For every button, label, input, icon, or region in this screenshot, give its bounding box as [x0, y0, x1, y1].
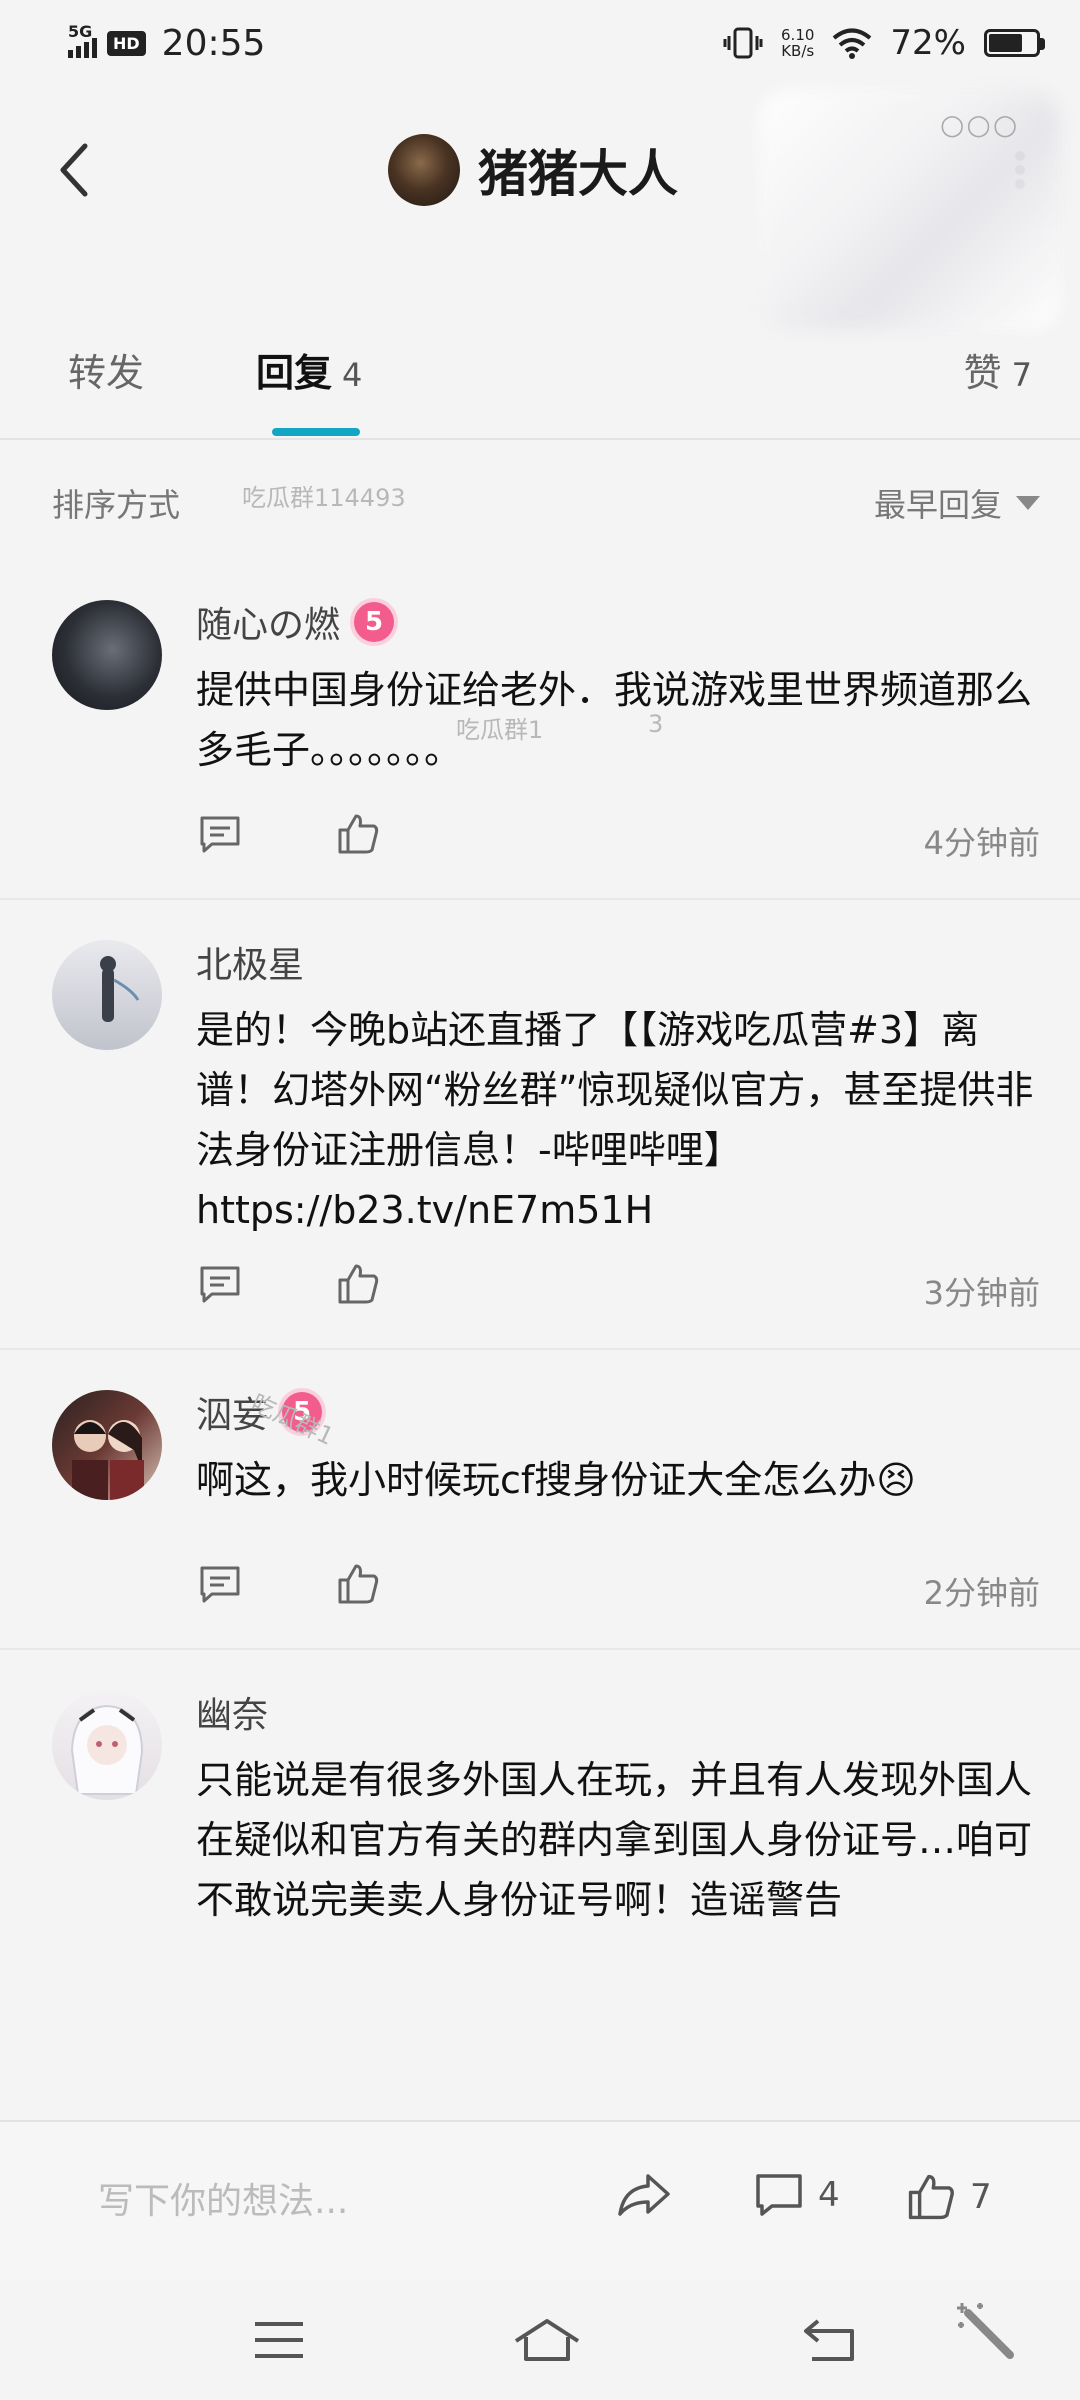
home-button[interactable]	[512, 2310, 582, 2370]
thumbs-up-icon	[338, 1564, 379, 1604]
comment-actions	[196, 1260, 472, 1308]
share-arrow-icon	[618, 2174, 670, 2216]
character-figure-icon	[100, 956, 140, 1022]
magic-wand-icon[interactable]	[950, 2300, 1020, 2360]
sort-label: 排序方式	[52, 486, 181, 524]
tab-replies[interactable]: 回复 4	[256, 342, 362, 397]
like-button[interactable]	[334, 1560, 382, 1608]
comment-actions	[196, 1560, 472, 1608]
comment-icon	[756, 2174, 802, 2216]
comment-text: 是的！今晚b站还直播了【【游戏吃瓜营#3】离谱！幻塔外网“粉丝群”惊现疑似官方，…	[196, 1008, 1034, 1232]
thumbs-up-icon	[908, 2174, 954, 2220]
comment-item: 泅妄 5 吃瓜群1 啊这，我小时候玩cf搜身份证大全怎么办😣 2分钟前	[0, 1350, 1080, 1650]
comment-item: 北极星 是的！今晚b站还直播了【【游戏吃瓜营#3】离谱！幻塔外网“粉丝群”惊现疑…	[0, 900, 1080, 1350]
watermark-text: 吃瓜群1	[456, 716, 544, 744]
tab-bar: 转发 回复 4 赞7	[0, 330, 1080, 440]
thumbs-up-icon	[338, 814, 379, 854]
commenter-name[interactable]: 随心の燃 5	[196, 596, 395, 648]
status-bar: 5G HD 20:55 6.10 KB/s 72%	[0, 0, 1080, 86]
couple-portrait-icon	[72, 1420, 144, 1500]
commenter-avatar[interactable]	[52, 940, 162, 1050]
comment-icon	[200, 816, 240, 853]
back-button[interactable]	[44, 130, 104, 210]
home-icon	[514, 2319, 580, 2361]
like-button[interactable]	[334, 1260, 382, 1308]
commenter-avatar[interactable]	[52, 1690, 162, 1800]
comment-time: 3分钟前	[923, 1274, 1040, 1312]
recent-apps-button[interactable]	[244, 2310, 314, 2370]
comment-count-button[interactable]: 4	[754, 2172, 840, 2218]
post-author[interactable]: 猪猪大人	[388, 130, 678, 210]
overlay-dots-icon: ○○○	[940, 108, 1020, 141]
comment-text: 啊这，我小时候玩cf搜身份证大全怎么办😣	[196, 1458, 916, 1502]
back-arrow-icon	[804, 2319, 854, 2361]
sort-row: 排序方式 吃瓜群114493 最早回复	[0, 460, 1080, 536]
tab-repost[interactable]: 转发	[68, 342, 144, 397]
comment-item: 幽奈 只能说是有很多外国人在玩，并且有人发现外国人在疑似和官方有关的群内拿到国人…	[0, 1650, 1080, 2070]
sort-dropdown[interactable]: 最早回复	[874, 480, 1040, 526]
bottom-action-bar: 写下你的想法... 4 7	[0, 2120, 1080, 2280]
like-count-button[interactable]: 7	[906, 2172, 992, 2222]
watermark-text: 3	[648, 710, 664, 738]
comment-time: 4分钟前	[923, 824, 1040, 862]
cellular-signal-icon: 5G	[68, 22, 97, 58]
status-left: 5G HD 20:55	[68, 22, 266, 64]
author-avatar[interactable]	[388, 134, 460, 206]
compose-input[interactable]: 写下你的想法...	[98, 2172, 348, 2224]
comment-actions	[196, 810, 472, 858]
vibrate-icon	[723, 27, 763, 59]
commenter-name[interactable]: 幽奈	[196, 1686, 268, 1738]
wifi-icon	[833, 28, 872, 59]
commenter-avatar[interactable]	[52, 600, 162, 710]
comment-text: 提供中国身份证给老外．我说游戏里世界频道那么多毛子。。。。。。。	[196, 668, 1033, 772]
status-right: 6.10 KB/s 72%	[723, 23, 1045, 63]
comment-item: 随心の燃 5 提供中国身份证给老外．我说游戏里世界频道那么多毛子。。。。。。。 …	[0, 560, 1080, 900]
caret-down-icon	[1016, 496, 1040, 510]
battery-icon	[984, 29, 1045, 57]
hd-badge: HD	[107, 30, 146, 56]
reply-button[interactable]	[196, 810, 244, 858]
anime-girl-icon	[70, 1704, 144, 1795]
back-nav-button[interactable]	[796, 2310, 866, 2370]
reply-button[interactable]	[196, 1560, 244, 1608]
thumbs-up-icon	[338, 1264, 379, 1304]
page-title: 猪猪大人	[478, 145, 678, 203]
clock: 20:55	[161, 22, 266, 64]
comment-icon	[200, 1266, 240, 1303]
reply-button[interactable]	[196, 1260, 244, 1308]
comment-icon	[200, 1566, 240, 1603]
commenter-name[interactable]: 北极星	[196, 936, 304, 988]
chevron-left-icon	[60, 143, 88, 197]
tab-indicator	[272, 428, 360, 436]
battery-percent: 72%	[890, 23, 966, 63]
system-nav-bar	[0, 2280, 1080, 2400]
tab-likes[interactable]: 赞7	[964, 342, 1032, 397]
like-button[interactable]	[334, 810, 382, 858]
share-button[interactable]	[616, 2172, 672, 2218]
menu-lines-icon	[255, 2322, 303, 2358]
watermark-text: 吃瓜群114493	[242, 484, 406, 512]
level-badge: 5	[354, 602, 395, 642]
net-speed: 6.10 KB/s	[781, 26, 815, 60]
comment-list: 随心の燃 5 提供中国身份证给老外．我说游戏里世界频道那么多毛子。。。。。。。 …	[0, 560, 1080, 2070]
commenter-avatar[interactable]	[52, 1390, 162, 1500]
comment-time: 2分钟前	[923, 1574, 1040, 1612]
comment-text: 只能说是有很多外国人在玩，并且有人发现外国人在疑似和官方有关的群内拿到国人身份证…	[196, 1758, 1033, 1922]
